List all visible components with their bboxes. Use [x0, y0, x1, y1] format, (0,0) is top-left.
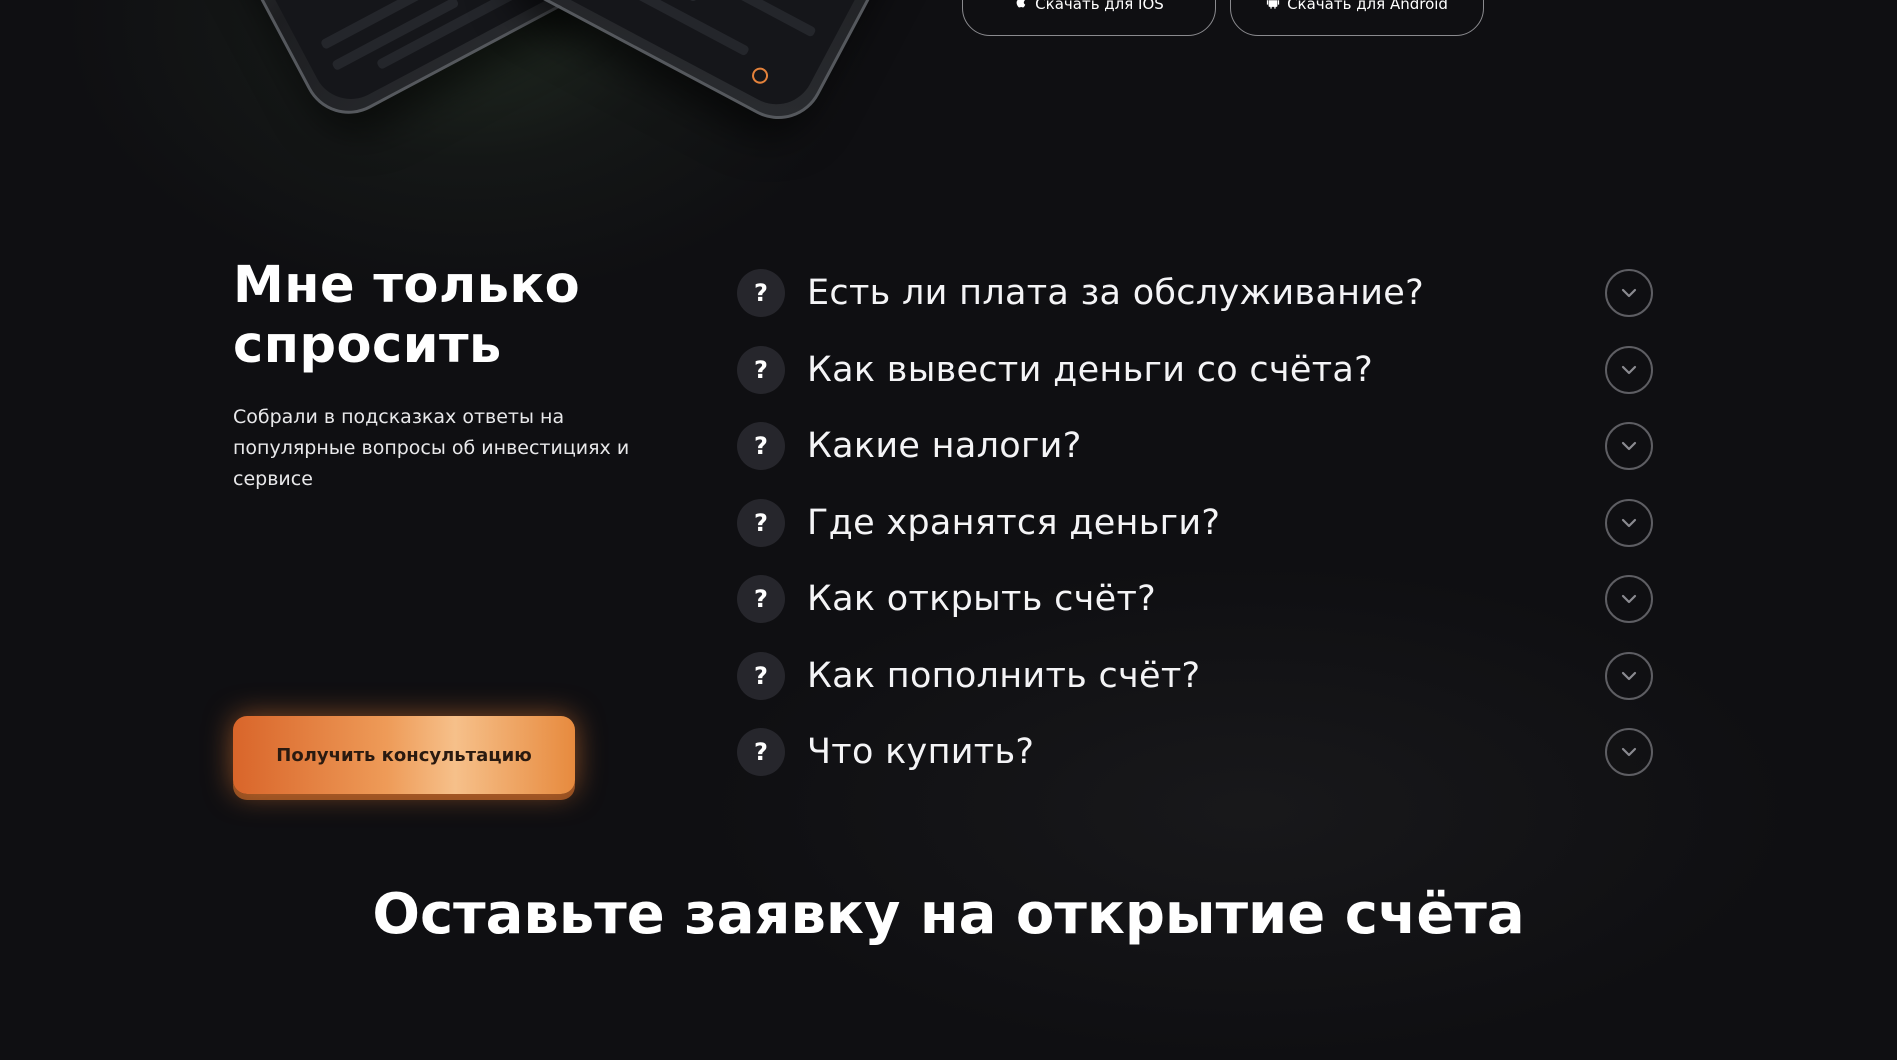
phone-mockup-right — [500, 0, 956, 136]
chevron-down-icon[interactable] — [1605, 346, 1653, 394]
download-android-button[interactable]: Скачать для Android — [1230, 0, 1484, 36]
chevron-down-icon[interactable] — [1605, 728, 1653, 776]
chevron-down-icon[interactable] — [1605, 269, 1653, 317]
download-ios-label: Скачать для IOS — [1035, 0, 1164, 13]
get-consultation-button[interactable]: Получить консультацию — [233, 716, 575, 794]
faq-title: Мне только спросить — [233, 256, 653, 376]
chevron-down-icon[interactable] — [1605, 652, 1653, 700]
download-android-label: Скачать для Android — [1287, 0, 1448, 13]
download-ios-button[interactable]: Скачать для IOS — [962, 0, 1216, 36]
faq-item[interactable]: ? Что купить? — [737, 727, 1653, 777]
phone-screen-right — [518, 0, 938, 118]
faq-title-line1: Мне только — [233, 256, 581, 315]
chevron-down-icon[interactable] — [1605, 422, 1653, 470]
faq-question: Есть ли плата за обслуживание? — [807, 273, 1425, 313]
faq-item[interactable]: ? Где хранятся деньги? — [737, 498, 1653, 548]
question-mark-icon: ? — [737, 499, 785, 547]
question-mark-icon: ? — [737, 575, 785, 623]
faq-item[interactable]: ? Как вывести деньги со счёта? — [737, 345, 1653, 395]
background-glow-secondary — [700, 560, 1800, 1060]
faq-item[interactable]: ? Есть ли плата за обслуживание? — [737, 268, 1653, 318]
faq-question: Какие налоги? — [807, 426, 1082, 466]
apple-icon — [1014, 0, 1028, 13]
faq-item[interactable]: ? Какие налоги? — [737, 421, 1653, 471]
question-mark-icon: ? — [737, 652, 785, 700]
faq-question: Что купить? — [807, 732, 1035, 772]
android-icon — [1266, 0, 1280, 13]
faq-question: Где хранятся деньги? — [807, 503, 1221, 543]
faq-title-line2: спросить — [233, 316, 502, 375]
chevron-down-icon[interactable] — [1605, 575, 1653, 623]
phone-screen-left — [203, 0, 583, 113]
faq-item[interactable]: ? Как открыть счёт? — [737, 574, 1653, 624]
application-title: Оставьте заявку на открытие счёта — [372, 882, 1525, 947]
faq-question: Как пополнить счёт? — [807, 656, 1201, 696]
phone-mockup-left — [186, 0, 600, 130]
chevron-down-icon[interactable] — [1605, 499, 1653, 547]
faq-question: Как открыть счёт? — [807, 579, 1157, 619]
question-mark-icon: ? — [737, 728, 785, 776]
faq-question: Как вывести деньги со счёта? — [807, 350, 1374, 390]
question-mark-icon: ? — [737, 422, 785, 470]
phone-accent-icon — [749, 64, 771, 87]
question-mark-icon: ? — [737, 269, 785, 317]
faq-item[interactable]: ? Как пополнить счёт? — [737, 651, 1653, 701]
question-mark-icon: ? — [737, 346, 785, 394]
faq-subtitle: Собрали в подсказках ответы на популярны… — [233, 406, 630, 490]
